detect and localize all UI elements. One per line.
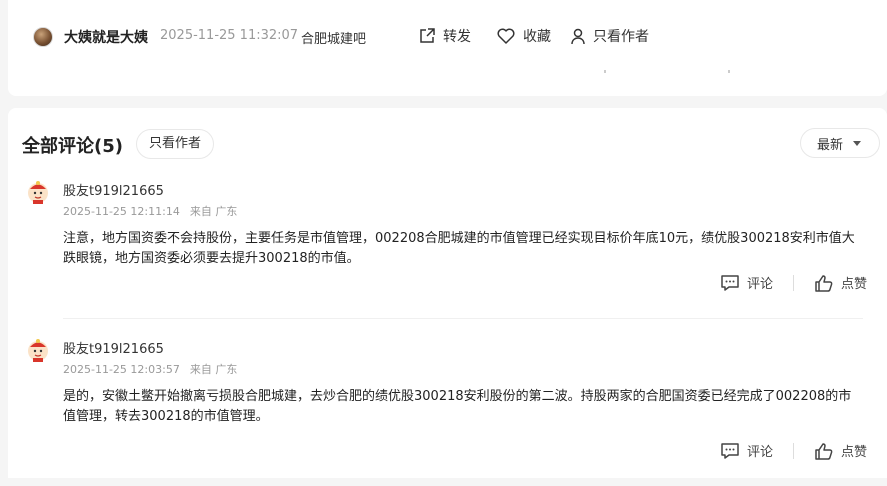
comment-bubble-icon [721, 442, 739, 459]
comment-time: 2025-11-25 12:03:57 [63, 363, 180, 376]
sort-selected-value: 最新 [817, 137, 844, 153]
comment-username[interactable]: 股友t919l21665 [63, 180, 164, 199]
share-icon [420, 28, 435, 43]
divider-marks [604, 70, 734, 74]
reply-label: 评论 [746, 445, 773, 460]
reply-button[interactable]: 评论 [720, 441, 773, 460]
comment-divider [63, 318, 863, 319]
action-divider [792, 274, 794, 291]
user-avatar-icon[interactable] [26, 180, 50, 204]
post-header-card: 大姨就是大姨 2025-11-25 11:32:07 合肥城建吧 转发 收藏 只… [8, 0, 887, 96]
comment-username[interactable]: 股友t919l21665 [63, 338, 164, 357]
comment-meta: 2025-11-25 12:03:57 来自 广东 [63, 361, 237, 377]
comment-item: 股友t919l21665 2025-11-25 12:03:57 来自 广东 是的… [8, 336, 887, 486]
author-avatar[interactable] [33, 27, 53, 47]
only-author-button[interactable]: 只看作者 [570, 26, 649, 46]
like-label: 点赞 [840, 445, 867, 460]
favorite-button[interactable]: 收藏 [496, 26, 551, 46]
post-forum-link[interactable]: 合肥城建吧 [301, 28, 366, 47]
comment-item: 股友t919l21665 2025-11-25 12:11:14 来自 广东 注意… [8, 178, 887, 328]
heart-icon [497, 28, 515, 44]
caret-down-icon [853, 140, 862, 146]
user-avatar-icon[interactable] [26, 338, 50, 362]
only-author-label: 只看作者 [593, 29, 649, 45]
post-author-name[interactable]: 大姨就是大姨 [64, 27, 148, 47]
user-icon [571, 28, 585, 45]
only-author-filter[interactable]: 只看作者 [136, 129, 215, 159]
sort-dropdown[interactable]: 最新 [800, 128, 880, 158]
comment-actions: 评论 点赞 [720, 441, 867, 460]
action-divider [792, 442, 794, 459]
comment-text: 是的，安徽土鳖开始撤离亏损股合肥城建，去炒合肥的绩优股300218安利股份的第二… [63, 389, 852, 424]
share-button[interactable]: 转发 [418, 26, 471, 46]
reply-button[interactable]: 评论 [720, 273, 773, 292]
comment-actions: 评论 点赞 [720, 273, 867, 292]
comment-location: 来自 广东 [189, 363, 238, 376]
comment-location: 来自 广东 [189, 205, 238, 218]
comment-text: 注意，地方国资委不会持股份，主要任务是市值管理，002208合肥城建的市值管理已… [63, 231, 855, 266]
thumbs-up-icon [815, 274, 833, 292]
favorite-label: 收藏 [523, 29, 551, 45]
share-label: 转发 [443, 29, 471, 45]
like-label: 点赞 [840, 277, 867, 292]
like-button[interactable]: 点赞 [814, 273, 867, 292]
like-button[interactable]: 点赞 [814, 441, 867, 460]
post-time: 2025-11-25 11:32:07 [160, 28, 299, 43]
comments-title: 全部评论(5) [22, 136, 123, 157]
comment-bubble-icon [721, 274, 739, 291]
thumbs-up-icon [815, 442, 833, 460]
comments-card: 全部评论(5) 只看作者 最新 股友t919l21665 2025-11-25 … [8, 108, 887, 478]
comment-meta: 2025-11-25 12:11:14 来自 广东 [63, 203, 237, 219]
comment-time: 2025-11-25 12:11:14 [63, 205, 180, 218]
reply-label: 评论 [746, 277, 773, 292]
